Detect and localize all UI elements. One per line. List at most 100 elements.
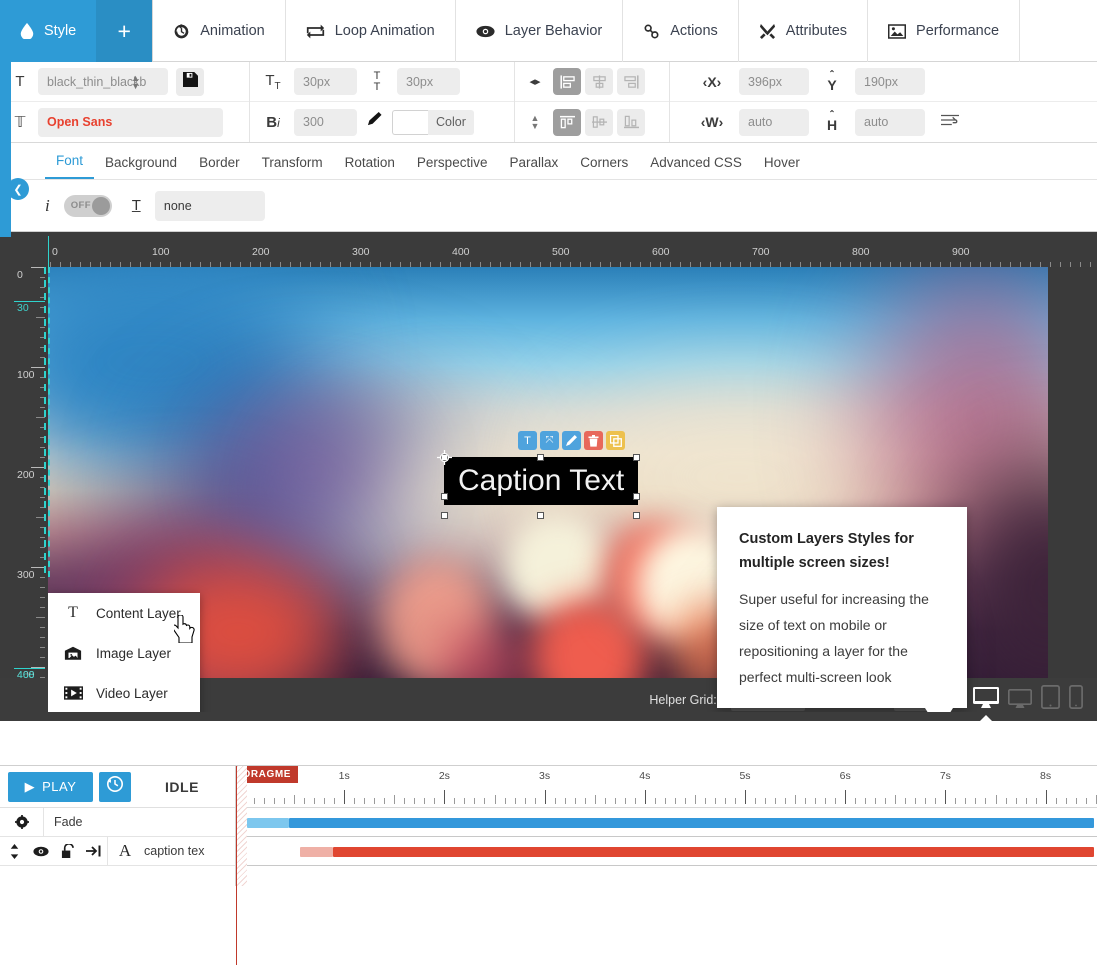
valign-middle-button[interactable]: [585, 108, 613, 136]
text-tool-icon[interactable]: T: [518, 431, 537, 450]
duplicate-icon[interactable]: [606, 431, 625, 450]
timeline-time-label: 4s: [639, 770, 651, 782]
subtab-advanced-css[interactable]: Advanced CSS: [639, 155, 753, 179]
tab-add[interactable]: +: [96, 0, 154, 62]
font-family-field[interactable]: Open Sans: [38, 107, 223, 137]
font-weight-field[interactable]: 300: [294, 108, 357, 136]
resize-handle-ml[interactable]: [441, 493, 448, 500]
unlock-icon[interactable]: [54, 837, 80, 866]
timeline-tick: [835, 798, 837, 804]
collapse-panel-button[interactable]: ❮: [7, 178, 29, 200]
color-swatch-button[interactable]: Color: [392, 109, 474, 135]
timeline-time-label: 5s: [739, 770, 751, 782]
gear-icon[interactable]: [0, 807, 44, 837]
resize-handle-tc[interactable]: [537, 454, 544, 461]
font-size-field[interactable]: 30px: [294, 68, 357, 95]
resize-handle-br[interactable]: [633, 512, 640, 519]
timeline-history-button[interactable]: [99, 771, 131, 802]
y-position-field[interactable]: 190px: [855, 68, 925, 95]
track-caption[interactable]: [236, 837, 1097, 866]
subtab-font[interactable]: Font: [45, 153, 95, 179]
tab-style[interactable]: Style: [0, 0, 97, 62]
desktop-device-icon[interactable]: [973, 687, 999, 721]
align-left-button[interactable]: [553, 68, 581, 95]
valign-top-button[interactable]: [553, 108, 581, 136]
line-height-field[interactable]: 30px: [397, 68, 460, 95]
timeline-playhead[interactable]: [236, 766, 237, 965]
subtab-corners[interactable]: Corners: [569, 155, 639, 179]
font-family-row: 𝕋 Open Sans: [0, 102, 249, 142]
align-right-button[interactable]: [617, 68, 645, 95]
tab-performance[interactable]: Performance: [868, 0, 1021, 62]
tab-attributes[interactable]: Attributes: [739, 0, 869, 62]
tab-attributes-label: Attributes: [785, 23, 848, 39]
edit-pencil-icon[interactable]: [562, 431, 581, 450]
timeline-tick: [875, 798, 877, 804]
ruler-label: 0: [52, 246, 58, 258]
subtab-parallax[interactable]: Parallax: [498, 155, 569, 179]
eye-icon[interactable]: [28, 837, 54, 866]
text-decoration-field[interactable]: none: [154, 190, 265, 221]
delete-trash-icon[interactable]: [584, 431, 603, 450]
italic-toggle[interactable]: OFF: [63, 194, 112, 217]
caption-text-layer[interactable]: Caption Text: [444, 457, 639, 505]
resize-handle-tr[interactable]: [633, 454, 640, 461]
timeline-tick: [684, 798, 686, 804]
timeline-ruler[interactable]: DRAGME 1s 2s 3s 4s 5s 6s 7s 8s: [236, 766, 1097, 808]
align-center-button[interactable]: [585, 68, 613, 95]
menu-item-video-layer[interactable]: Video Layer: [48, 673, 200, 712]
track-bar-fade-in[interactable]: [247, 818, 289, 828]
timeline-tick: [905, 798, 907, 804]
resize-handle-bl[interactable]: [441, 512, 448, 519]
arrow-to-end-icon[interactable]: [80, 836, 108, 866]
timeline-track-area[interactable]: DRAGME 1s 2s 3s 4s 5s 6s 7s 8s: [236, 766, 1097, 965]
timeline-left-panel: ▶ PLAY IDLE Fade A caption tex: [0, 766, 236, 886]
phone-device-icon[interactable]: [1069, 685, 1083, 714]
resize-handle-bc[interactable]: [537, 512, 544, 519]
valign-bottom-button[interactable]: [617, 108, 645, 136]
play-button[interactable]: ▶ PLAY: [8, 771, 93, 802]
ruler-label: 300: [352, 246, 370, 258]
width-field[interactable]: auto: [739, 108, 809, 136]
ruler-tick: [31, 267, 45, 268]
save-preset-button[interactable]: [176, 67, 204, 96]
slide-canvas[interactable]: Caption Text T ⤧ T Content Layer Image L…: [48, 267, 1048, 712]
timeline-row-fade[interactable]: Fade: [0, 807, 235, 837]
tablet-device-icon[interactable]: [1041, 685, 1060, 714]
preset-select[interactable]: black_thin_blackb ▲ ▼: [38, 68, 168, 95]
track-bar-caption-in[interactable]: [300, 847, 333, 857]
subtab-hover[interactable]: Hover: [753, 155, 811, 179]
weight-color-row: Bi 300 Color: [250, 102, 514, 142]
subtab-transform[interactable]: Transform: [251, 155, 334, 179]
track-bar-caption[interactable]: [333, 847, 1094, 857]
tab-layer-behavior[interactable]: Layer Behavior: [456, 0, 624, 62]
subtab-border[interactable]: Border: [188, 155, 251, 179]
height-field[interactable]: auto: [855, 108, 925, 136]
timeline-tick: [564, 798, 566, 804]
subtab-rotation[interactable]: Rotation: [334, 155, 406, 179]
timeline-tick: [1075, 798, 1077, 804]
subtab-perspective[interactable]: Perspective: [406, 155, 499, 179]
timeline-row-caption[interactable]: A caption tex: [0, 836, 235, 866]
subtab-background[interactable]: Background: [94, 155, 188, 179]
horizontal-ruler[interactable]: 0100200300400500600700800900-19: [0, 232, 1097, 267]
x-position-field[interactable]: 396px: [739, 68, 809, 95]
tab-animation[interactable]: Animation: [153, 0, 286, 62]
laptop-device-icon[interactable]: [1007, 688, 1033, 714]
tab-actions[interactable]: Actions: [623, 0, 739, 62]
timeline-tick: [454, 798, 456, 804]
color-picker-pencil-icon[interactable]: [367, 112, 382, 132]
wrap-text-icon[interactable]: [941, 113, 959, 131]
timeline-time-label: 1s: [338, 770, 350, 782]
resize-handle-mr[interactable]: [633, 493, 640, 500]
resize-tool-icon[interactable]: ⤧: [540, 431, 559, 450]
vertical-ruler[interactable]: 0 100 200 300 400 30 468: [0, 232, 46, 721]
track-bar-fade[interactable]: [289, 818, 1094, 828]
timeline-tick: [714, 798, 716, 804]
timeline-tick: [314, 798, 316, 804]
track-fade[interactable]: [236, 808, 1097, 837]
sort-icon[interactable]: [0, 837, 28, 866]
font-family-icon: 𝕋: [14, 114, 26, 131]
italic-icon: i: [45, 195, 50, 215]
tab-loop-animation[interactable]: Loop Animation: [286, 0, 456, 62]
